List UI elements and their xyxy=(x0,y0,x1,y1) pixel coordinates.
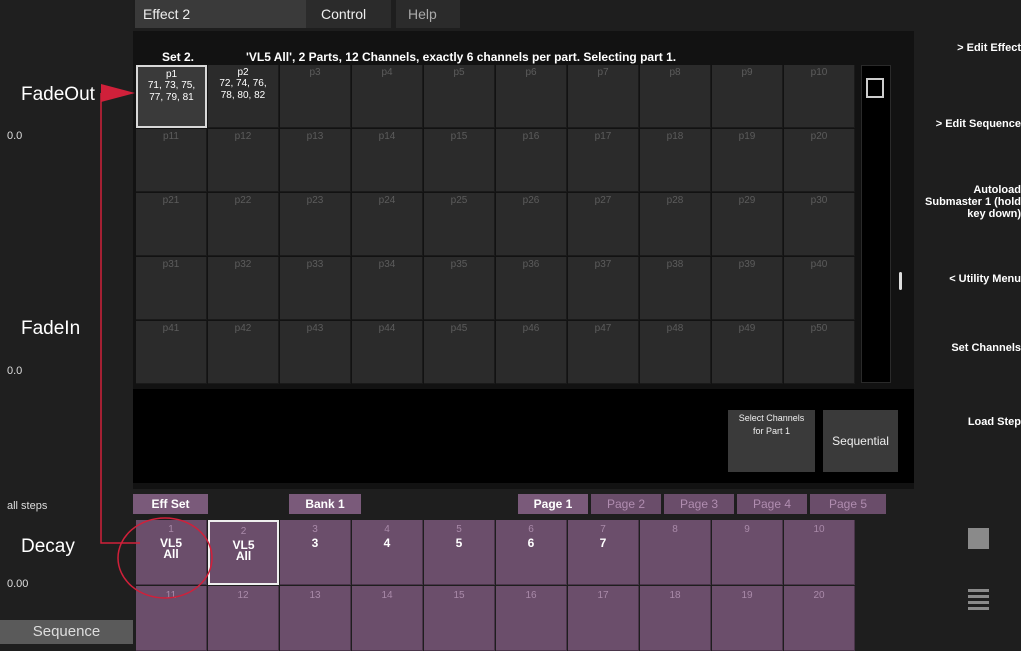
annotation-circle xyxy=(117,517,213,599)
annotation-line xyxy=(100,93,140,544)
annotation-overlay xyxy=(100,84,213,599)
annotation-arrow-icon xyxy=(101,84,135,102)
